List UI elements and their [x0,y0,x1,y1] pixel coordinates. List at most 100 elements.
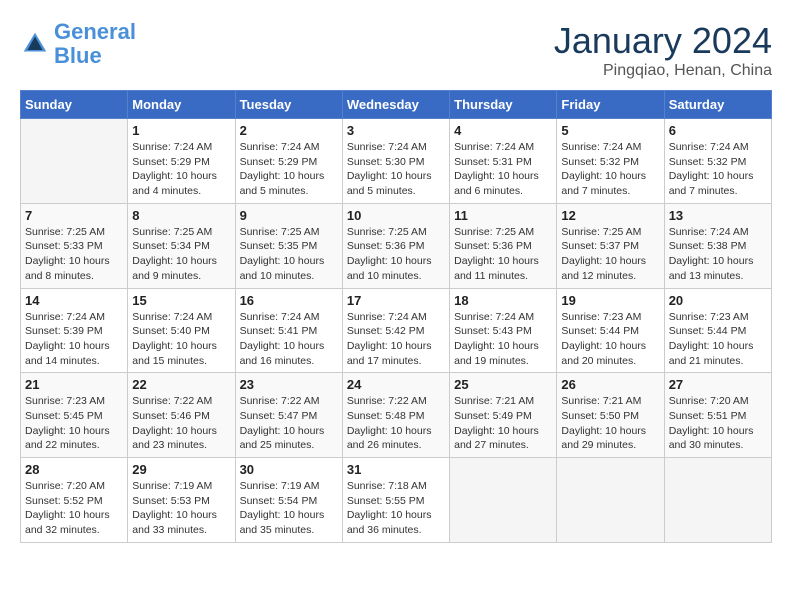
title-area: January 2024 Pingqiao, Henan, China [554,20,772,80]
week-row-1: 1 Sunrise: 7:24 AM Sunset: 5:29 PM Daylig… [21,119,772,204]
calendar-cell: 14 Sunrise: 7:24 AM Sunset: 5:39 PM Dayli… [21,288,128,373]
month-title: January 2024 [554,20,772,62]
weekday-header-sunday: Sunday [21,91,128,119]
day-info: Sunrise: 7:19 AM Sunset: 5:53 PM Dayligh… [132,479,230,538]
day-info: Sunrise: 7:25 AM Sunset: 5:37 PM Dayligh… [561,225,659,284]
day-number: 31 [347,462,445,477]
day-info: Sunrise: 7:19 AM Sunset: 5:54 PM Dayligh… [240,479,338,538]
day-info: Sunrise: 7:18 AM Sunset: 5:55 PM Dayligh… [347,479,445,538]
calendar-cell: 11 Sunrise: 7:25 AM Sunset: 5:36 PM Dayli… [450,203,557,288]
day-number: 8 [132,208,230,223]
calendar-cell: 8 Sunrise: 7:25 AM Sunset: 5:34 PM Daylig… [128,203,235,288]
day-number: 27 [669,377,767,392]
calendar-cell: 25Sunrise: 7:21 AM Sunset: 5:49 PM Dayli… [450,373,557,458]
day-number: 1 [132,123,230,138]
day-number: 22 [132,377,230,392]
day-info: Sunrise: 7:24 AM Sunset: 5:42 PM Dayligh… [347,310,445,369]
calendar-cell: 30 Sunrise: 7:19 AM Sunset: 5:54 PM Dayli… [235,458,342,543]
day-number: 16 [240,293,338,308]
day-info: Sunrise: 7:24 AM Sunset: 5:31 PM Dayligh… [454,140,552,199]
day-info: Sunrise: 7:20 AM Sunset: 5:52 PM Dayligh… [25,479,123,538]
calendar-cell: 6 Sunrise: 7:24 AM Sunset: 5:32 PM Daylig… [664,119,771,204]
weekday-header-monday: Monday [128,91,235,119]
calendar-cell: 17 Sunrise: 7:24 AM Sunset: 5:42 PM Dayli… [342,288,449,373]
weekday-header-saturday: Saturday [664,91,771,119]
calendar-cell [664,458,771,543]
logo-text: General Blue [54,20,136,68]
calendar-cell: 16Sunrise: 7:24 AM Sunset: 5:41 PM Dayli… [235,288,342,373]
day-number: 21 [25,377,123,392]
day-number: 19 [561,293,659,308]
calendar-cell: 13Sunrise: 7:24 AM Sunset: 5:38 PM Dayli… [664,203,771,288]
calendar-cell: 26 Sunrise: 7:21 AM Sunset: 5:50 PM Dayli… [557,373,664,458]
day-number: 9 [240,208,338,223]
logo: General Blue [20,20,136,68]
calendar-cell [450,458,557,543]
day-number: 26 [561,377,659,392]
calendar-cell: 12 Sunrise: 7:25 AM Sunset: 5:37 PM Dayli… [557,203,664,288]
day-info: Sunrise: 7:24 AM Sunset: 5:39 PM Dayligh… [25,310,123,369]
day-info: Sunrise: 7:25 AM Sunset: 5:35 PM Dayligh… [240,225,338,284]
day-info: Sunrise: 7:23 AM Sunset: 5:44 PM Dayligh… [561,310,659,369]
day-info: Sunrise: 7:24 AM Sunset: 5:29 PM Dayligh… [132,140,230,199]
weekday-header-wednesday: Wednesday [342,91,449,119]
day-number: 18 [454,293,552,308]
calendar-cell: 27Sunrise: 7:20 AM Sunset: 5:51 PM Dayli… [664,373,771,458]
day-info: Sunrise: 7:25 AM Sunset: 5:36 PM Dayligh… [454,225,552,284]
calendar-cell: 3Sunrise: 7:24 AM Sunset: 5:30 PM Daylig… [342,119,449,204]
day-number: 6 [669,123,767,138]
calendar-cell: 4 Sunrise: 7:24 AM Sunset: 5:31 PM Daylig… [450,119,557,204]
day-number: 5 [561,123,659,138]
calendar-cell: 15Sunrise: 7:24 AM Sunset: 5:40 PM Dayli… [128,288,235,373]
calendar-cell: 19 Sunrise: 7:23 AM Sunset: 5:44 PM Dayli… [557,288,664,373]
weekday-header-thursday: Thursday [450,91,557,119]
day-number: 10 [347,208,445,223]
day-info: Sunrise: 7:22 AM Sunset: 5:47 PM Dayligh… [240,394,338,453]
day-number: 29 [132,462,230,477]
day-number: 28 [25,462,123,477]
calendar-cell: 1 Sunrise: 7:24 AM Sunset: 5:29 PM Daylig… [128,119,235,204]
day-info: Sunrise: 7:24 AM Sunset: 5:40 PM Dayligh… [132,310,230,369]
calendar-cell: 20 Sunrise: 7:23 AM Sunset: 5:44 PM Dayli… [664,288,771,373]
week-row-3: 14 Sunrise: 7:24 AM Sunset: 5:39 PM Dayli… [21,288,772,373]
day-info: Sunrise: 7:23 AM Sunset: 5:44 PM Dayligh… [669,310,767,369]
day-number: 30 [240,462,338,477]
calendar-cell: 28 Sunrise: 7:20 AM Sunset: 5:52 PM Dayli… [21,458,128,543]
calendar-cell [557,458,664,543]
week-row-4: 21 Sunrise: 7:23 AM Sunset: 5:45 PM Dayli… [21,373,772,458]
day-number: 24 [347,377,445,392]
day-number: 12 [561,208,659,223]
day-number: 14 [25,293,123,308]
day-info: Sunrise: 7:25 AM Sunset: 5:33 PM Dayligh… [25,225,123,284]
day-info: Sunrise: 7:23 AM Sunset: 5:45 PM Dayligh… [25,394,123,453]
calendar-table: SundayMondayTuesdayWednesdayThursdayFrid… [20,90,772,543]
week-row-5: 28 Sunrise: 7:20 AM Sunset: 5:52 PM Dayli… [21,458,772,543]
day-number: 11 [454,208,552,223]
calendar-cell: 22 Sunrise: 7:22 AM Sunset: 5:46 PM Dayli… [128,373,235,458]
location: Pingqiao, Henan, China [554,62,772,80]
day-info: Sunrise: 7:24 AM Sunset: 5:43 PM Dayligh… [454,310,552,369]
calendar-cell: 29 Sunrise: 7:19 AM Sunset: 5:53 PM Dayli… [128,458,235,543]
day-number: 17 [347,293,445,308]
calendar-cell: 18 Sunrise: 7:24 AM Sunset: 5:43 PM Dayli… [450,288,557,373]
day-info: Sunrise: 7:21 AM Sunset: 5:49 PM Dayligh… [454,394,552,453]
weekday-header-row: SundayMondayTuesdayWednesdayThursdayFrid… [21,91,772,119]
calendar-cell: 21 Sunrise: 7:23 AM Sunset: 5:45 PM Dayli… [21,373,128,458]
day-number: 20 [669,293,767,308]
calendar-cell: 9 Sunrise: 7:25 AM Sunset: 5:35 PM Daylig… [235,203,342,288]
calendar-cell: 5Sunrise: 7:24 AM Sunset: 5:32 PM Daylig… [557,119,664,204]
day-info: Sunrise: 7:24 AM Sunset: 5:38 PM Dayligh… [669,225,767,284]
day-info: Sunrise: 7:24 AM Sunset: 5:29 PM Dayligh… [240,140,338,199]
day-number: 4 [454,123,552,138]
day-info: Sunrise: 7:22 AM Sunset: 5:46 PM Dayligh… [132,394,230,453]
day-number: 23 [240,377,338,392]
day-info: Sunrise: 7:24 AM Sunset: 5:32 PM Dayligh… [669,140,767,199]
calendar-cell: 10Sunrise: 7:25 AM Sunset: 5:36 PM Dayli… [342,203,449,288]
day-info: Sunrise: 7:21 AM Sunset: 5:50 PM Dayligh… [561,394,659,453]
page-header: General Blue January 2024 Pingqiao, Hena… [20,20,772,80]
day-number: 7 [25,208,123,223]
weekday-header-tuesday: Tuesday [235,91,342,119]
weekday-header-friday: Friday [557,91,664,119]
calendar-cell: 2Sunrise: 7:24 AM Sunset: 5:29 PM Daylig… [235,119,342,204]
day-info: Sunrise: 7:25 AM Sunset: 5:34 PM Dayligh… [132,225,230,284]
